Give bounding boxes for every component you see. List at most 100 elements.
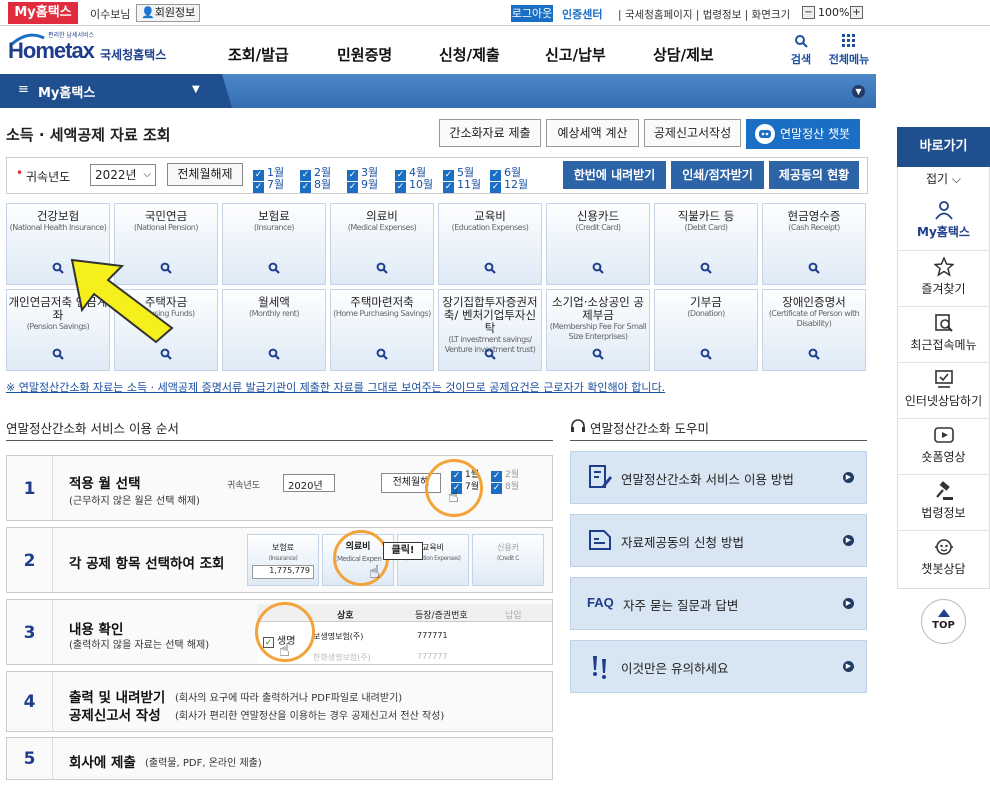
month-check-12[interactable]: ✓ 12월 <box>490 176 528 193</box>
tile-title: 의료비 <box>366 209 398 223</box>
gnb-certificate[interactable]: 민원증명 <box>337 44 392 65</box>
step-title: 출력 및 내려받기 <box>69 690 166 706</box>
month-check-7[interactable]: ✓ 7월 <box>253 176 284 193</box>
search-button[interactable]: 검색 <box>787 34 815 67</box>
logo-subtitle: 국세청홈택스 <box>100 48 167 62</box>
quick-item-chatbot[interactable]: 챗봇상담 <box>897 530 990 586</box>
quick-item-shorts[interactable]: 숏폼영상 <box>897 418 990 474</box>
quick-item-my-hometax[interactable]: My홈택스 <box>897 194 990 250</box>
download-all-button[interactable]: 한번에 내려받기 <box>563 161 666 189</box>
step-1: 1 적용 월 선택 (근무하지 않은 월은 선택 해제) 귀속년도 2020년 … <box>6 455 553 521</box>
helper-label: 자료제공동의 신청 방법 <box>621 535 744 550</box>
quick-menu-title: 바로가기 <box>897 127 990 167</box>
deduction-tile[interactable]: 신용카드 (Credit Card) <box>546 203 650 285</box>
hand-pointer-icon: ☝ <box>369 562 380 583</box>
gnb-inquiry[interactable]: 조회/발급 <box>228 44 289 65</box>
helper-faq[interactable]: FAQ 자주 묻는 질문과 답변 ▶ <box>570 577 867 630</box>
print-braille-button[interactable]: 인쇄/점자받기 <box>671 161 764 189</box>
faq-icon: FAQ <box>587 595 614 610</box>
helper-usage[interactable]: 연말정산간소화 서비스 이용 방법 ▶ <box>570 451 867 504</box>
demo-tile-insurance: 보험료 (Insurance) 1,775,779 <box>247 534 319 586</box>
utility-bar: My홈택스 이수보님 👤회원정보 로그아웃 인증센터 | 국세청홈페이지 | 법… <box>0 0 990 26</box>
gnb-application[interactable]: 신청/제출 <box>439 44 500 65</box>
consent-status-button[interactable]: 제공동의 현황 <box>769 161 859 189</box>
step-subtitle: (출력물, PDF, 온라인 제출) <box>145 758 262 769</box>
my-hometax-badge[interactable]: My홈택스 <box>8 2 78 24</box>
hometax-logo[interactable]: 편리한 납세서비스 Hometax 국세청홈택스 <box>8 30 178 70</box>
search-icon <box>484 262 496 274</box>
deduction-tile[interactable]: 보험료 (Insurance) <box>222 203 326 285</box>
search-icon <box>700 348 712 360</box>
search-icon <box>808 262 820 274</box>
quick-item-recent[interactable]: 최근접속메뉴 <box>897 306 990 362</box>
tile-subtitle: (Credit Card) <box>575 223 621 232</box>
grid-menu-icon <box>842 34 855 47</box>
search-icon <box>700 262 712 274</box>
write-deduction-button[interactable]: 공제신고서작성 <box>644 119 741 147</box>
deduction-tile[interactable]: 의료비 (Medical Expenses) <box>330 203 434 285</box>
logo-wordmark: Hometax <box>8 38 95 63</box>
zoom-in-button[interactable]: + <box>850 6 863 19</box>
scroll-top-button[interactable]: TOP <box>921 599 966 644</box>
tile-subtitle: (Cash Receipt) <box>788 223 840 232</box>
play-icon <box>934 427 954 443</box>
submit-simplified-button[interactable]: 간소화자료 제출 <box>439 119 541 147</box>
search-icon <box>795 35 808 48</box>
tile-subtitle: (Education Expenses) <box>451 223 529 232</box>
helper-consent[interactable]: 자료제공동의 신청 방법 ▶ <box>570 514 867 567</box>
tile-title: 주택마련저축 <box>350 295 414 309</box>
deduction-tile[interactable]: 장기집합투자증권저축/ 벤처기업투자신탁 (LT investment savin… <box>438 289 542 371</box>
quick-item-law[interactable]: 법령정보 <box>897 474 990 530</box>
quick-fold-button[interactable]: 접기 ⌵ <box>897 170 990 187</box>
section-bar-menu[interactable] <box>0 74 222 108</box>
quick-item-favorites[interactable]: 즐겨찾기 <box>897 250 990 306</box>
month-check-8[interactable]: ✓ 8월 <box>300 176 331 193</box>
deduction-tile[interactable]: 직불카드 등 (Debit Card) <box>654 203 758 285</box>
gnb-report[interactable]: 신고/납부 <box>545 44 606 65</box>
user-info-button[interactable]: 👤회원정보 <box>136 4 201 22</box>
deduction-tile[interactable]: 장애인증명서 (Certificate of Person with Disabi… <box>762 289 866 371</box>
exclamation-icon <box>593 656 606 679</box>
deduction-tile[interactable]: 교육비 (Education Expenses) <box>438 203 542 285</box>
hand-pointer-icon: ☝ <box>448 486 459 507</box>
tile-title: 월세액 <box>258 295 290 309</box>
deduction-tile[interactable]: 월세액 (Monthly rent) <box>222 289 326 371</box>
user-icon: 👤 <box>141 6 155 19</box>
month-check-10[interactable]: ✓ 10월 <box>395 176 433 193</box>
all-menu-button[interactable]: 전체메뉴 <box>825 34 873 67</box>
month-check-11[interactable]: ✓ 11월 <box>443 176 481 193</box>
tile-subtitle: (Debit Card) <box>684 223 728 232</box>
arrow-right-icon: ▶ <box>843 472 854 483</box>
deduction-tile[interactable]: 기부금 (Donation) <box>654 289 758 371</box>
gavel-icon <box>936 481 953 500</box>
demo-year-select: 2020년 <box>283 474 335 492</box>
utility-links[interactable]: | 국세청홈페이지 | 법령정보 | 화면크기 <box>618 7 790 22</box>
logout-button[interactable]: 로그아웃 <box>511 5 553 22</box>
demo-month-2: ✓ 2월 <box>491 470 520 482</box>
divider <box>570 440 867 441</box>
deduction-tile[interactable]: 소기업·소상공인 공제부금 (Membership Fee For Small S… <box>546 289 650 371</box>
gnb-consult[interactable]: 상담/제보 <box>653 44 714 65</box>
person-icon <box>935 201 953 220</box>
arrow-right-icon: ▶ <box>843 598 854 609</box>
deduction-tile[interactable]: 현금영수증 (Cash Receipt) <box>762 203 866 285</box>
arrow-right-icon: ▶ <box>843 661 854 672</box>
step-subtitle: (근무하지 않은 월은 선택 해제) <box>69 496 200 507</box>
estimate-tax-button[interactable]: 예상세액 계산 <box>546 119 639 147</box>
month-check-9[interactable]: ✓ 9월 <box>347 176 378 193</box>
recent-search-icon <box>935 314 953 332</box>
step-5: 5 회사에 제출 (출력물, PDF, 온라인 제출) <box>6 737 553 780</box>
all-month-off-button[interactable]: 전체월해제 <box>167 163 243 186</box>
search-icon <box>592 348 604 360</box>
cert-center-link[interactable]: 인증센터 <box>562 6 602 22</box>
headset-icon <box>571 419 585 432</box>
deduction-tile[interactable]: 주택마련저축 (Home Purchasing Savings) <box>330 289 434 371</box>
year-select[interactable]: 2022년 ⌵ <box>90 164 156 186</box>
chevron-down-icon[interactable]: ▼ <box>852 85 865 98</box>
zoom-out-button[interactable]: − <box>802 6 815 19</box>
tile-title: 장기집합투자증권저축/ 벤처기업투자신탁 <box>442 295 538 335</box>
search-icon <box>484 348 496 360</box>
quick-item-online-consult[interactable]: 인터넷상담하기 <box>897 362 990 418</box>
helper-caution[interactable]: 이것만은 유의하세요 ▶ <box>570 640 867 693</box>
tile-subtitle: (National Health Insurance) <box>9 223 107 232</box>
